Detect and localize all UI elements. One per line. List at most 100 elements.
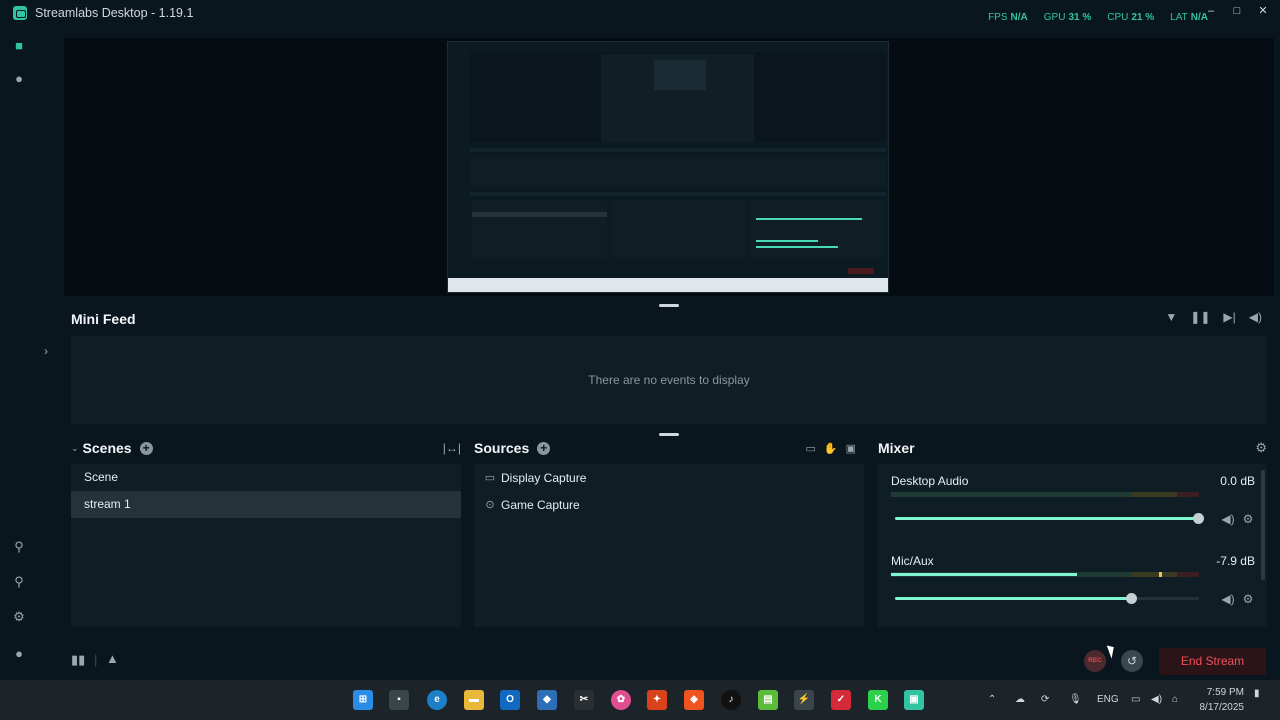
mixer-list: Desktop Audio 0.0 dB ◀) ⚙ Mic/Aux -7.9 d… <box>878 464 1267 627</box>
maximize-icon[interactable]: □ <box>1230 4 1244 18</box>
speaker-icon[interactable]: ◀) <box>1151 694 1162 705</box>
taskbar-clock[interactable]: 7:59 PM 8/17/2025 <box>1198 685 1245 715</box>
scene-item-stream-1[interactable]: stream 1 <box>71 491 461 518</box>
source-label: Game Capture <box>501 497 580 512</box>
photos-icon[interactable]: ✿ <box>611 690 631 710</box>
add-scene-icon[interactable]: + <box>139 441 153 455</box>
onedrive-icon[interactable]: ☁ <box>1015 694 1025 705</box>
scenes-title: Scenes <box>82 440 132 456</box>
task-view-icon[interactable]: ▪ <box>389 690 409 710</box>
stream-preview[interactable] <box>64 38 1274 296</box>
title-bar: Streamlabs Desktop - 1.19.1 FPS N/A GPU 31… <box>0 0 1280 26</box>
filter-icon[interactable]: ▼ <box>1165 310 1177 324</box>
chevron-down-icon[interactable]: ⌄ <box>71 443 79 454</box>
level-meter <box>891 492 1199 497</box>
brave-browser-icon[interactable]: ◈ <box>684 690 704 710</box>
mixer-scrollbar[interactable] <box>1261 470 1265 580</box>
tiktok-icon[interactable]: ♪ <box>721 690 741 710</box>
pocket-icon[interactable]: ✓ <box>831 690 851 710</box>
sync-icon[interactable]: ⟳ <box>1041 694 1049 705</box>
empty-events-text: There are no events to display <box>588 373 750 387</box>
slider-knob[interactable] <box>1193 513 1204 524</box>
apps-icon[interactable]: ⚲ <box>11 574 27 590</box>
stats-chart-icon[interactable]: ▮▮ <box>71 652 85 668</box>
game-app-icon[interactable]: ▤ <box>758 690 778 710</box>
volume-slider[interactable] <box>895 593 1199 604</box>
windows-taskbar: ⊞ ▪ e ▬ O ◆ ✂ ✿ ✦ ◈ ♪ ▤ ⚡ ✓ K ▣ ⌃ ☁ ⟳ 🎙 … <box>0 680 1280 720</box>
channel-settings-icon[interactable]: ⚙ <box>1241 512 1255 526</box>
sources-header: Sources + ▭✋▣ <box>474 438 864 458</box>
scene-transition-icon[interactable]: |↔| <box>443 441 461 455</box>
sources-list: ▭ Display Capture ⊙ Game Capture <box>474 464 864 627</box>
streamlabs-taskbar-icon[interactable]: ▣ <box>904 690 924 710</box>
source-folder-icon[interactable]: ▣ <box>846 443 864 455</box>
kick-icon[interactable]: K <box>868 690 888 710</box>
windows-start-icon[interactable]: ⊞ <box>353 690 373 710</box>
resize-handle-middle[interactable] <box>659 433 679 436</box>
edge-browser-icon[interactable]: e <box>427 690 447 710</box>
minifeed-header: Mini Feed ▼ ❚❚ ▶| ◀) <box>64 306 1274 332</box>
sources-title: Sources <box>474 440 530 456</box>
source-tools: ▭✋▣ <box>805 442 864 455</box>
network-icon[interactable]: ⌂ <box>1172 694 1178 705</box>
settings-icon[interactable]: ⚙ <box>11 609 27 625</box>
channel-name: Desktop Audio <box>891 474 969 488</box>
file-explorer-icon[interactable]: ▬ <box>464 690 484 710</box>
language-indicator[interactable]: ENG <box>1097 694 1119 705</box>
source-hand-icon[interactable]: ✋ <box>824 443 846 455</box>
source-label: Display Capture <box>501 470 587 485</box>
streamlabs-logo-icon <box>13 6 27 20</box>
scene-item-scene[interactable]: Scene <box>71 464 461 491</box>
mute-icon[interactable]: ◀) <box>1221 592 1235 606</box>
minifeed-events: There are no events to display <box>71 336 1267 424</box>
mixer-title: Mixer <box>878 440 915 456</box>
footer-bar: ▮▮ | ▲ REC ↺ End Stream <box>38 640 1280 678</box>
store-app-icon[interactable]: ✦ <box>647 690 667 710</box>
level-meter <box>891 572 1199 577</box>
profile-icon[interactable]: ● <box>11 646 27 662</box>
skip-icon[interactable]: ▶| <box>1223 310 1235 324</box>
source-item-game-capture[interactable]: ⊙ Game Capture <box>474 491 864 518</box>
chevron-right-icon[interactable]: › <box>44 344 48 358</box>
shortcut-icon[interactable]: ⚡ <box>794 690 814 710</box>
pause-icon[interactable]: ❚❚ <box>1190 310 1210 324</box>
divider: | <box>94 652 98 667</box>
scenes-header: ⌄ Scenes + |↔| <box>71 438 461 458</box>
record-button[interactable]: REC <box>1084 650 1106 672</box>
outlook-icon[interactable]: O <box>500 690 520 710</box>
add-source-icon[interactable]: + <box>537 441 551 455</box>
mute-icon[interactable]: ◀) <box>1221 512 1235 526</box>
replay-buffer-icon[interactable]: ↺ <box>1121 650 1143 672</box>
close-icon[interactable]: ✕ <box>1256 4 1270 18</box>
end-stream-button[interactable]: End Stream <box>1159 648 1266 675</box>
source-monitor-icon[interactable]: ▭ <box>805 443 823 455</box>
stat-gpu: GPU 31 % <box>1043 12 1092 23</box>
notification-icon[interactable]: ▮ <box>1254 688 1260 699</box>
mixer-settings-icon[interactable]: ⚙ <box>1255 440 1267 456</box>
slider-knob[interactable] <box>1126 593 1137 604</box>
microphone-icon[interactable]: 🎙 <box>1069 694 1082 705</box>
capcut-icon[interactable]: ✂ <box>574 690 594 710</box>
channel-settings-icon[interactable]: ⚙ <box>1241 592 1255 606</box>
mixer-channel-mic-aux: Mic/Aux -7.9 dB ◀) ⚙ <box>891 554 1255 614</box>
gamepad-icon: ⊙ <box>485 499 495 511</box>
theme-icon[interactable]: ⚲ <box>11 539 27 555</box>
volume-icon[interactable]: ◀) <box>1249 310 1262 324</box>
source-item-display-capture[interactable]: ▭ Display Capture <box>474 464 864 491</box>
display-icon[interactable]: ▭ <box>1131 694 1140 705</box>
monitor-icon: ▭ <box>484 472 496 484</box>
defender-icon[interactable]: ◆ <box>537 690 557 710</box>
mixer-channel-desktop-audio: Desktop Audio 0.0 dB ◀) ⚙ <box>891 474 1255 534</box>
editor-icon[interactable]: ■ <box>11 38 27 54</box>
channel-name: Mic/Aux <box>891 554 934 568</box>
volume-slider[interactable] <box>895 513 1204 524</box>
play-icon[interactable]: ● <box>11 71 27 87</box>
mixer-header: Mixer ⚙ <box>878 438 1267 458</box>
scenes-list: Scene stream 1 <box>71 464 461 627</box>
left-nav: ■ ● ⚲ ⚲ ⚙ ● <box>0 26 38 676</box>
minimize-icon[interactable]: – <box>1204 4 1218 18</box>
bell-icon[interactable]: ▲ <box>106 651 119 666</box>
minifeed-title: Mini Feed <box>71 311 136 327</box>
stat-fps: FPS N/A <box>988 12 1028 23</box>
tray-overflow-icon[interactable]: ⌃ <box>988 694 996 705</box>
